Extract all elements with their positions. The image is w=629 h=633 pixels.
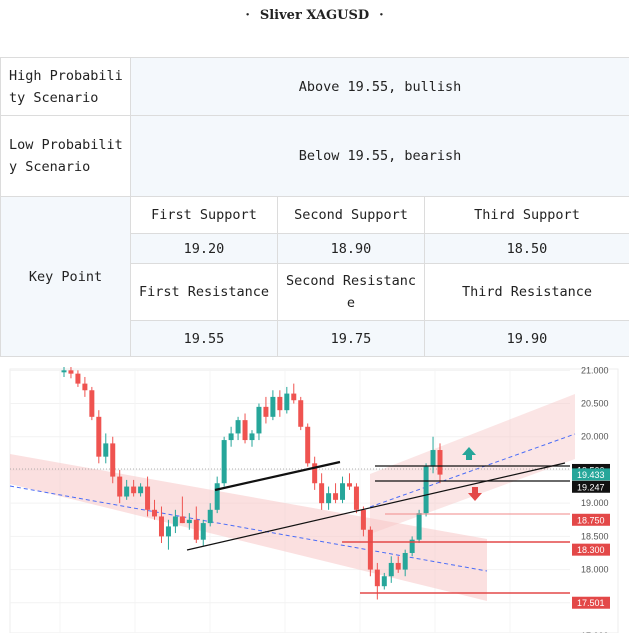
- candle-body: [270, 396, 276, 417]
- scenario-table: High Probability Scenario Above 19.55, b…: [0, 57, 629, 357]
- candle-body: [131, 486, 137, 494]
- y-tick-label: 18.500: [581, 531, 609, 541]
- second-resistance-label: Second Resistance: [277, 263, 425, 321]
- candle-body: [305, 426, 311, 464]
- y-tick-label: 19.000: [581, 498, 609, 508]
- second-resistance-value: 19.75: [277, 320, 425, 357]
- candle-body: [291, 393, 297, 401]
- candle-body: [326, 493, 332, 504]
- second-support-value: 18.90: [277, 233, 425, 264]
- candle-body: [138, 486, 144, 494]
- candle-body: [256, 406, 262, 434]
- candle-body: [423, 466, 429, 514]
- y-tick-label: 21.000: [581, 365, 609, 375]
- candle-body: [340, 483, 346, 500]
- candle-body: [124, 486, 130, 497]
- candle-body: [103, 443, 109, 457]
- candlestick-chart-svg: 21.00020.50020.00019.50019.00018.50018.0…: [9, 365, 619, 633]
- candle-body: [61, 370, 67, 373]
- candle-body: [193, 519, 199, 540]
- price-label-text: 17.501: [577, 598, 605, 608]
- price-label-text: 19.433: [577, 470, 605, 480]
- candle-body: [110, 443, 116, 477]
- y-tick-label: 20.000: [581, 432, 609, 442]
- title-bar: · Sliver XAGUSD ·: [0, 0, 629, 58]
- candle-body: [388, 562, 394, 577]
- candle-body: [249, 433, 255, 441]
- candle-body: [374, 569, 380, 587]
- candle-body: [360, 509, 366, 530]
- price-chart: 21.00020.50020.00019.50019.00018.50018.0…: [0, 359, 629, 633]
- candle-body: [333, 493, 339, 500]
- title-text: Sliver XAGUSD: [259, 8, 370, 23]
- candle-body: [346, 483, 352, 487]
- candle-body: [221, 440, 227, 484]
- candle-body: [145, 486, 151, 510]
- candle-body: [172, 516, 178, 527]
- candle-body: [96, 416, 102, 457]
- candle-body: [242, 420, 248, 441]
- candle-body: [430, 450, 436, 467]
- candle-body: [207, 509, 213, 524]
- candle-body: [437, 450, 443, 475]
- candle-body: [235, 420, 241, 434]
- first-resistance-value: 19.55: [130, 320, 278, 357]
- third-resistance-label: Third Resistance: [424, 263, 629, 321]
- low-probability-value: Below 19.55, bearish: [130, 115, 629, 197]
- candle-body: [89, 390, 95, 417]
- page-title: · Sliver XAGUSD ·: [0, 8, 629, 23]
- first-support-value: 19.20: [130, 233, 278, 264]
- high-probability-value: Above 19.55, bullish: [130, 57, 629, 116]
- first-resistance-label: First Resistance: [130, 263, 278, 321]
- candle-body: [395, 562, 401, 570]
- candle-body: [158, 516, 164, 537]
- table-row: Low Probability Scenario Below 19.55, be…: [0, 115, 629, 197]
- candle-body: [68, 370, 74, 374]
- candle-body: [416, 513, 422, 540]
- high-probability-label: High Probability Scenario: [0, 57, 131, 116]
- candle-body: [179, 516, 185, 524]
- page: · Sliver XAGUSD · High Probability Scenari…: [0, 0, 629, 633]
- candle-body: [381, 576, 387, 587]
- candle-body: [284, 393, 290, 411]
- candle-body: [152, 509, 158, 517]
- y-tick-label: 20.500: [581, 399, 609, 409]
- candle-body: [353, 486, 359, 510]
- first-support-label: First Support: [130, 196, 278, 234]
- candle-body: [82, 383, 88, 391]
- y-tick-label: 18.000: [581, 565, 609, 575]
- candle-body: [165, 526, 171, 537]
- price-label-text: 18.300: [577, 545, 605, 555]
- third-support-label: Third Support: [424, 196, 629, 234]
- title-dot-left: ·: [245, 8, 250, 23]
- candle-body: [75, 373, 81, 384]
- table-row: Key Point First Support Second Support T…: [0, 196, 629, 357]
- candle-body: [298, 400, 304, 427]
- table-row: High Probability Scenario Above 19.55, b…: [0, 57, 629, 116]
- candle-body: [402, 552, 408, 570]
- third-support-value: 18.50: [424, 233, 629, 264]
- candle-body: [319, 483, 325, 504]
- key-point-label: Key Point: [0, 196, 131, 357]
- low-probability-label: Low Probability Scenario: [0, 115, 131, 197]
- candle-body: [186, 519, 192, 524]
- price-label-text: 18.750: [577, 515, 605, 525]
- candle-body: [367, 529, 373, 570]
- candle-body: [277, 396, 283, 411]
- candle-body: [117, 476, 123, 497]
- third-resistance-value: 19.90: [424, 320, 629, 357]
- price-label-text: 19.247: [577, 482, 605, 492]
- candle-body: [228, 433, 234, 441]
- candle-body: [214, 483, 220, 510]
- candle-body: [263, 406, 269, 417]
- second-support-label: Second Support: [277, 196, 425, 234]
- candle-body: [200, 523, 206, 540]
- title-dot-right: ·: [379, 8, 384, 23]
